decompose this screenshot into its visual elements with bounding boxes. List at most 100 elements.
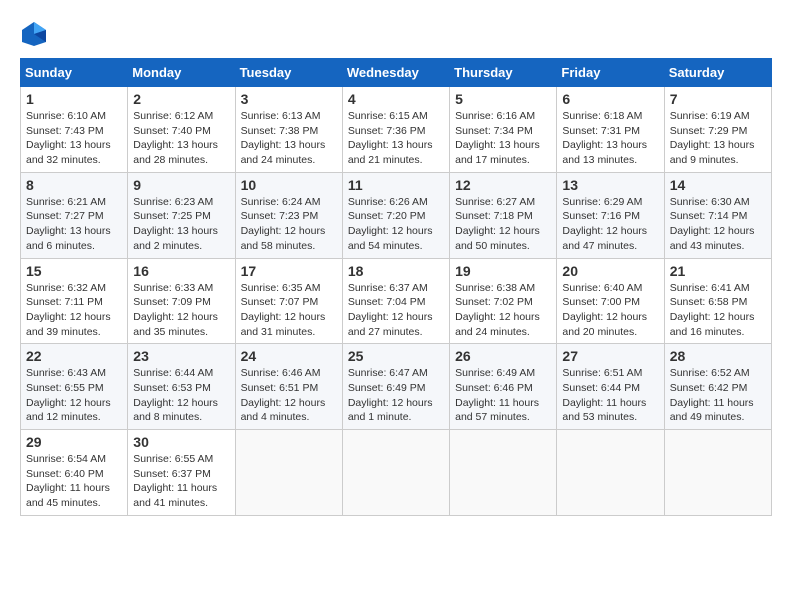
sunset-text: Sunset: 7:02 PM	[455, 296, 533, 308]
day-info: Sunrise: 6:23 AM Sunset: 7:25 PM Dayligh…	[133, 195, 229, 254]
day-number: 16	[133, 263, 229, 279]
daylight-text: Daylight: 12 hours and 4 minutes.	[241, 397, 326, 424]
week-row-5: 29 Sunrise: 6:54 AM Sunset: 6:40 PM Dayl…	[21, 430, 772, 516]
day-cell-20: 20 Sunrise: 6:40 AM Sunset: 7:00 PM Dayl…	[557, 258, 664, 344]
day-number: 21	[670, 263, 766, 279]
day-cell-23: 23 Sunrise: 6:44 AM Sunset: 6:53 PM Dayl…	[128, 344, 235, 430]
daylight-text: Daylight: 13 hours and 9 minutes.	[670, 139, 755, 166]
day-number: 12	[455, 177, 551, 193]
sunrise-text: Sunrise: 6:16 AM	[455, 110, 535, 122]
sunrise-text: Sunrise: 6:44 AM	[133, 367, 213, 379]
day-number: 15	[26, 263, 122, 279]
day-cell-17: 17 Sunrise: 6:35 AM Sunset: 7:07 PM Dayl…	[235, 258, 342, 344]
sunset-text: Sunset: 7:00 PM	[562, 296, 640, 308]
day-info: Sunrise: 6:13 AM Sunset: 7:38 PM Dayligh…	[241, 109, 337, 168]
day-info: Sunrise: 6:49 AM Sunset: 6:46 PM Dayligh…	[455, 366, 551, 425]
day-number: 1	[26, 91, 122, 107]
sunrise-text: Sunrise: 6:24 AM	[241, 196, 321, 208]
daylight-text: Daylight: 12 hours and 27 minutes.	[348, 311, 433, 338]
day-info: Sunrise: 6:54 AM Sunset: 6:40 PM Dayligh…	[26, 452, 122, 511]
day-cell-13: 13 Sunrise: 6:29 AM Sunset: 7:16 PM Dayl…	[557, 172, 664, 258]
day-number: 20	[562, 263, 658, 279]
day-info: Sunrise: 6:33 AM Sunset: 7:09 PM Dayligh…	[133, 281, 229, 340]
week-row-4: 22 Sunrise: 6:43 AM Sunset: 6:55 PM Dayl…	[21, 344, 772, 430]
day-cell-11: 11 Sunrise: 6:26 AM Sunset: 7:20 PM Dayl…	[342, 172, 449, 258]
day-info: Sunrise: 6:51 AM Sunset: 6:44 PM Dayligh…	[562, 366, 658, 425]
daylight-text: Daylight: 12 hours and 1 minute.	[348, 397, 433, 424]
sunset-text: Sunset: 7:16 PM	[562, 210, 640, 222]
daylight-text: Daylight: 12 hours and 58 minutes.	[241, 225, 326, 252]
day-cell-18: 18 Sunrise: 6:37 AM Sunset: 7:04 PM Dayl…	[342, 258, 449, 344]
day-number: 17	[241, 263, 337, 279]
day-cell-29: 29 Sunrise: 6:54 AM Sunset: 6:40 PM Dayl…	[21, 430, 128, 516]
daylight-text: Daylight: 12 hours and 20 minutes.	[562, 311, 647, 338]
day-info: Sunrise: 6:18 AM Sunset: 7:31 PM Dayligh…	[562, 109, 658, 168]
daylight-text: Daylight: 13 hours and 13 minutes.	[562, 139, 647, 166]
daylight-text: Daylight: 13 hours and 24 minutes.	[241, 139, 326, 166]
day-cell-21: 21 Sunrise: 6:41 AM Sunset: 6:58 PM Dayl…	[664, 258, 771, 344]
week-row-1: 1 Sunrise: 6:10 AM Sunset: 7:43 PM Dayli…	[21, 87, 772, 173]
sunrise-text: Sunrise: 6:51 AM	[562, 367, 642, 379]
day-number: 9	[133, 177, 229, 193]
sunrise-text: Sunrise: 6:41 AM	[670, 282, 750, 294]
sunrise-text: Sunrise: 6:13 AM	[241, 110, 321, 122]
sunrise-text: Sunrise: 6:54 AM	[26, 453, 106, 465]
day-number: 25	[348, 348, 444, 364]
day-cell-26: 26 Sunrise: 6:49 AM Sunset: 6:46 PM Dayl…	[450, 344, 557, 430]
sunrise-text: Sunrise: 6:26 AM	[348, 196, 428, 208]
sunset-text: Sunset: 7:27 PM	[26, 210, 104, 222]
column-header-wednesday: Wednesday	[342, 59, 449, 87]
day-cell-14: 14 Sunrise: 6:30 AM Sunset: 7:14 PM Dayl…	[664, 172, 771, 258]
day-number: 3	[241, 91, 337, 107]
day-info: Sunrise: 6:37 AM Sunset: 7:04 PM Dayligh…	[348, 281, 444, 340]
sunset-text: Sunset: 7:38 PM	[241, 125, 319, 137]
daylight-text: Daylight: 12 hours and 31 minutes.	[241, 311, 326, 338]
daylight-text: Daylight: 11 hours and 41 minutes.	[133, 482, 217, 509]
day-cell-25: 25 Sunrise: 6:47 AM Sunset: 6:49 PM Dayl…	[342, 344, 449, 430]
sunset-text: Sunset: 6:53 PM	[133, 382, 211, 394]
sunset-text: Sunset: 7:40 PM	[133, 125, 211, 137]
day-number: 18	[348, 263, 444, 279]
day-number: 13	[562, 177, 658, 193]
day-number: 7	[670, 91, 766, 107]
day-cell-12: 12 Sunrise: 6:27 AM Sunset: 7:18 PM Dayl…	[450, 172, 557, 258]
day-info: Sunrise: 6:41 AM Sunset: 6:58 PM Dayligh…	[670, 281, 766, 340]
day-cell-8: 8 Sunrise: 6:21 AM Sunset: 7:27 PM Dayli…	[21, 172, 128, 258]
day-number: 24	[241, 348, 337, 364]
sunrise-text: Sunrise: 6:55 AM	[133, 453, 213, 465]
daylight-text: Daylight: 12 hours and 50 minutes.	[455, 225, 540, 252]
day-info: Sunrise: 6:12 AM Sunset: 7:40 PM Dayligh…	[133, 109, 229, 168]
sunrise-text: Sunrise: 6:52 AM	[670, 367, 750, 379]
sunrise-text: Sunrise: 6:37 AM	[348, 282, 428, 294]
day-number: 4	[348, 91, 444, 107]
sunrise-text: Sunrise: 6:10 AM	[26, 110, 106, 122]
sunrise-text: Sunrise: 6:33 AM	[133, 282, 213, 294]
empty-cell	[342, 430, 449, 516]
daylight-text: Daylight: 13 hours and 6 minutes.	[26, 225, 111, 252]
logo	[20, 20, 52, 48]
sunrise-text: Sunrise: 6:40 AM	[562, 282, 642, 294]
column-header-monday: Monday	[128, 59, 235, 87]
sunrise-text: Sunrise: 6:23 AM	[133, 196, 213, 208]
sunset-text: Sunset: 7:25 PM	[133, 210, 211, 222]
day-cell-7: 7 Sunrise: 6:19 AM Sunset: 7:29 PM Dayli…	[664, 87, 771, 173]
day-info: Sunrise: 6:21 AM Sunset: 7:27 PM Dayligh…	[26, 195, 122, 254]
sunset-text: Sunset: 7:14 PM	[670, 210, 748, 222]
sunrise-text: Sunrise: 6:29 AM	[562, 196, 642, 208]
daylight-text: Daylight: 12 hours and 24 minutes.	[455, 311, 540, 338]
day-info: Sunrise: 6:44 AM Sunset: 6:53 PM Dayligh…	[133, 366, 229, 425]
daylight-text: Daylight: 12 hours and 12 minutes.	[26, 397, 111, 424]
sunset-text: Sunset: 7:43 PM	[26, 125, 104, 137]
sunrise-text: Sunrise: 6:47 AM	[348, 367, 428, 379]
day-info: Sunrise: 6:38 AM Sunset: 7:02 PM Dayligh…	[455, 281, 551, 340]
day-number: 29	[26, 434, 122, 450]
empty-cell	[557, 430, 664, 516]
day-cell-24: 24 Sunrise: 6:46 AM Sunset: 6:51 PM Dayl…	[235, 344, 342, 430]
day-cell-10: 10 Sunrise: 6:24 AM Sunset: 7:23 PM Dayl…	[235, 172, 342, 258]
day-info: Sunrise: 6:35 AM Sunset: 7:07 PM Dayligh…	[241, 281, 337, 340]
day-cell-4: 4 Sunrise: 6:15 AM Sunset: 7:36 PM Dayli…	[342, 87, 449, 173]
logo-icon	[20, 20, 48, 48]
day-cell-9: 9 Sunrise: 6:23 AM Sunset: 7:25 PM Dayli…	[128, 172, 235, 258]
day-info: Sunrise: 6:19 AM Sunset: 7:29 PM Dayligh…	[670, 109, 766, 168]
day-number: 6	[562, 91, 658, 107]
